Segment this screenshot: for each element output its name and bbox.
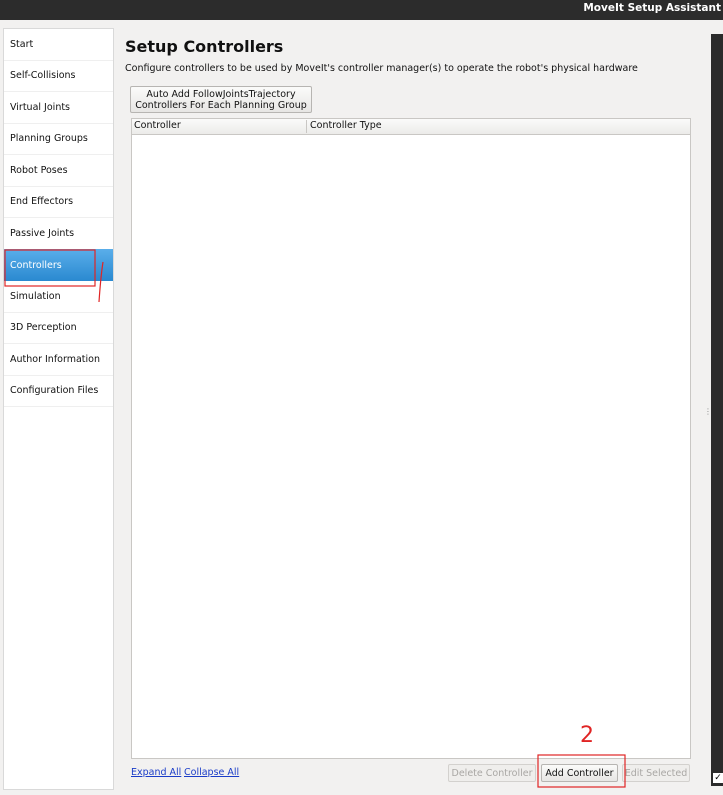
annotation-step-2: 2 (580, 723, 594, 748)
annotation-box-add-controller (537, 754, 626, 788)
annotation-overlay: 2 (4, 249, 626, 788)
annotation-box-controllers (4, 249, 96, 287)
annotation-mark-1 (98, 261, 104, 303)
